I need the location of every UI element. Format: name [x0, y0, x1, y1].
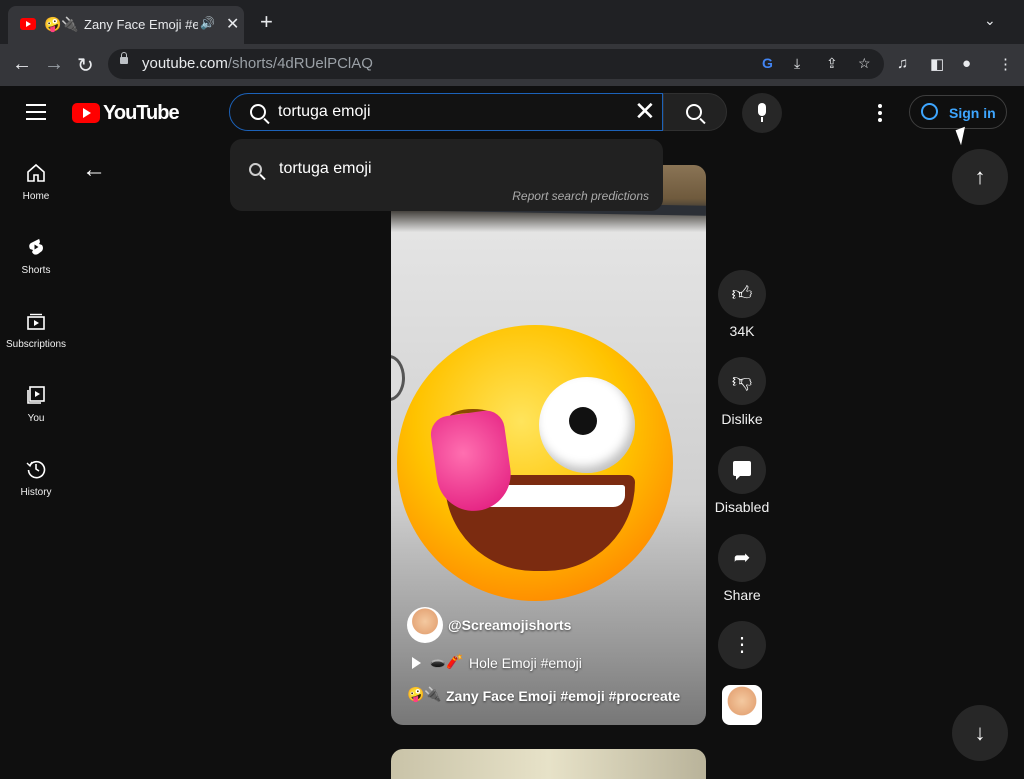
forward-arrow-icon[interactable]: → [44, 53, 64, 76]
tab-audio-icon[interactable]: 🔊 [200, 16, 215, 30]
browser-tab[interactable]: 🤪🔌 Zany Face Emoji #er 🔊 ✕ [8, 6, 244, 44]
comments-label: Disabled [714, 499, 770, 515]
address-bar[interactable]: youtube.com/shorts/4dRUelPClAQ G ⤓ ⇪ ☆ [108, 49, 884, 79]
like-button[interactable]: 👍︎ [718, 270, 766, 318]
bookmark-star-icon[interactable]: ☆ [858, 55, 871, 72]
sidebar-label: You [27, 413, 45, 424]
episode-emoji: 🕳️🧨 [429, 653, 464, 669]
url-domain: youtube.com [142, 55, 228, 72]
shorts-icon [26, 237, 46, 257]
arrow-down-icon: ↓ [974, 720, 986, 745]
history-icon [26, 459, 46, 479]
tab-title: Zany Face Emoji #er [84, 17, 198, 32]
sidebar-label: Shorts [21, 265, 51, 276]
browser-menu-icon[interactable]: ⋮ [998, 55, 1013, 73]
back-arrow-icon[interactable]: ← [82, 156, 106, 184]
settings-menu-icon[interactable] [878, 104, 882, 125]
voice-search-button[interactable] [742, 93, 782, 133]
next-short-preview[interactable] [391, 749, 706, 779]
lock-icon [120, 52, 128, 64]
hamburger-menu-icon[interactable] [26, 104, 46, 125]
youtube-logo-icon[interactable] [72, 103, 100, 123]
sidebar-item-subscriptions[interactable]: Subscriptions [0, 311, 72, 350]
search-suggestions-dropdown: tortuga emoji Report search predictions [230, 139, 663, 211]
profile-icon[interactable]: ● [962, 55, 971, 72]
channel-avatar[interactable] [407, 607, 443, 643]
sign-in-button[interactable]: Sign in [909, 95, 1007, 129]
next-video-button[interactable]: ↓ [952, 705, 1008, 761]
microphone-stand [761, 117, 763, 122]
shorts-video-player[interactable]: @Screamojishorts 🕳️🧨 Hole Emoji #emoji 🤪… [391, 165, 706, 725]
mouse-cursor-icon [955, 126, 971, 146]
channel-name[interactable]: @Screamojishorts [448, 617, 571, 633]
sidebar-label: Home [22, 191, 50, 202]
sidebar-item-history[interactable]: History [0, 459, 72, 498]
search-button-icon [686, 104, 702, 120]
search-button[interactable] [663, 93, 727, 131]
share-arrow-icon: ➦ [733, 547, 751, 569]
sidebar-item-you[interactable]: You [0, 385, 72, 424]
microphone-icon [758, 103, 766, 116]
browser-tab-strip: 🤪🔌 Zany Face Emoji #er 🔊 ✕ + ⌄ [0, 0, 1024, 44]
more-actions-button[interactable]: ⋮ [718, 621, 766, 669]
like-count: 34K [729, 323, 755, 339]
zany-face-emoji-image [397, 325, 673, 601]
youtube-logo-text[interactable]: YouTube [103, 102, 180, 125]
suggestion-search-icon [249, 163, 262, 176]
video-title[interactable]: Zany Face Emoji #emoji #procreate [446, 688, 680, 704]
search-suggestion[interactable]: tortuga emoji [279, 160, 372, 178]
tab-search-icon[interactable]: ⌄ [984, 12, 996, 29]
tab-emoji: 🤪🔌 [44, 16, 79, 32]
share-label: Share [723, 587, 761, 603]
media-controls-icon[interactable]: ♫ [897, 55, 908, 72]
share-button[interactable]: ➦ [718, 534, 766, 582]
sign-in-label: Sign in [949, 105, 996, 121]
video-background-circle [391, 355, 405, 401]
description-emoji: 🤪🔌 [407, 686, 442, 702]
home-icon [26, 163, 46, 183]
dislike-label: Dislike [721, 411, 763, 427]
subscriptions-icon [26, 311, 46, 331]
install-app-icon[interactable]: ⤓ [794, 55, 800, 72]
sidebar-item-shorts[interactable]: Shorts [0, 237, 72, 276]
youtube-favicon-icon [20, 18, 36, 30]
tab-close-icon[interactable]: ✕ [226, 14, 239, 34]
user-avatar-icon [921, 103, 938, 120]
reload-icon[interactable]: ↻ [77, 53, 94, 78]
new-tab-button[interactable]: + [260, 11, 273, 33]
sidebar-label: History [20, 487, 52, 498]
search-input[interactable] [276, 102, 620, 122]
emoji-pupil [569, 407, 597, 435]
episode-title[interactable]: Hole Emoji #emoji [469, 655, 582, 671]
sound-thumbnail[interactable] [722, 685, 762, 725]
share-page-icon[interactable]: ⇪ [826, 55, 838, 72]
play-icon[interactable] [412, 657, 421, 669]
url-path: /shorts/4dRUelPClAQ [227, 55, 373, 72]
google-lens-icon[interactable]: G [762, 55, 773, 71]
sidebar-label: Subscriptions [5, 339, 67, 350]
clear-search-icon[interactable]: ✕ [634, 97, 656, 125]
side-panel-icon[interactable]: ◧ [930, 55, 944, 73]
emoji-eye [539, 377, 635, 473]
more-vertical-icon: ⋮ [732, 634, 752, 656]
report-predictions-link[interactable]: Report search predictions [512, 189, 649, 203]
search-box: ✕ [229, 93, 663, 131]
comments-button[interactable] [718, 446, 766, 494]
dislike-button[interactable]: 👎︎ [718, 357, 766, 405]
url-text: youtube.com/shorts/4dRUelPClAQ [142, 55, 373, 72]
arrow-up-icon: ↑ [974, 164, 986, 189]
you-icon [26, 385, 46, 405]
sidebar-item-home[interactable]: Home [0, 163, 72, 202]
back-arrow-icon[interactable]: ← [12, 53, 32, 76]
search-icon [250, 104, 266, 120]
comment-icon [733, 461, 751, 480]
thumbs-up-icon: 👍︎ [731, 283, 753, 305]
thumbs-down-icon: 👎︎ [731, 370, 753, 392]
previous-video-button[interactable]: ↑ [952, 149, 1008, 205]
